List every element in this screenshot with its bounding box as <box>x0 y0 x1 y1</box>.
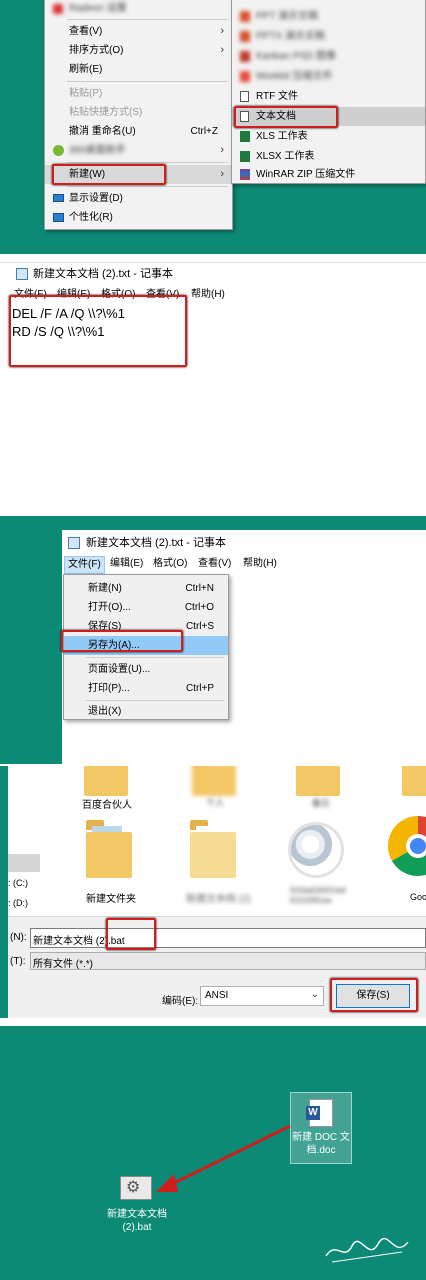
menu-item-display-settings[interactable]: 显示设置(D) <box>45 189 232 208</box>
winrar-icon <box>240 169 250 180</box>
archive-icon <box>240 71 250 82</box>
menu-item-refresh[interactable]: 刷新(E) <box>45 60 232 79</box>
chevron-right-icon: › <box>220 25 224 37</box>
360-icon <box>53 145 64 156</box>
folder-icon[interactable] <box>192 766 236 796</box>
folder-label-personal: 个人 <box>206 798 225 808</box>
file-menu-open[interactable]: 打开(O)... Ctrl+O <box>64 598 228 617</box>
file-menu-new[interactable]: 新建(N) Ctrl+N <box>64 579 228 598</box>
file-label-blurred: 新建文本档 (2) <box>186 894 251 905</box>
xls-icon <box>240 131 250 142</box>
window-title: 新建文本文档 (2).txt - 记事本 <box>33 268 173 280</box>
submenu-item-xlsx[interactable]: XLSX 工作表 <box>232 147 425 166</box>
panel-notepad-file-menu: 新建文本文档 (2).txt - 记事本 文件(F) 编辑(E) 格式(O) 查… <box>0 516 426 764</box>
folder-icon[interactable] <box>402 766 426 796</box>
notepad-icon <box>68 537 80 549</box>
encoding-label: 编码(E): <box>162 996 199 1007</box>
menu-item-paste-shortcut[interactable]: 粘贴快捷方式(S) <box>45 103 232 122</box>
submenu-item-psd[interactable]: Kankan PSD 图像 <box>232 47 425 66</box>
menu-help[interactable]: 帮助(H) <box>191 287 225 303</box>
chevron-right-icon: › <box>220 168 224 180</box>
context-menu: Radeon 设置 查看(V) › 排序方式(O) › 刷新(E) 粘贴(P) … <box>44 0 233 230</box>
menu-item-radeon[interactable]: Radeon 设置 <box>45 0 232 18</box>
submenu-item-rtf[interactable]: RTF 文件 <box>232 87 425 106</box>
signature-scribble <box>325 1237 409 1263</box>
personalize-icon <box>53 213 64 222</box>
menu-item-view[interactable]: 查看(V) › <box>45 22 232 41</box>
signature-watermark <box>322 1232 412 1268</box>
nav-selected[interactable] <box>8 854 40 872</box>
file-label-hash: 5f16a62b5f14af61102f91ae <box>290 886 346 905</box>
drive-d[interactable]: : (D:) <box>8 898 28 908</box>
file-menu-print[interactable]: 打印(P)... Ctrl+P <box>64 679 228 698</box>
nav-pane: : (C:) : (D:) <box>8 766 40 916</box>
type-label: (T): <box>10 956 26 967</box>
submenu-item-pptx[interactable]: PPTX 演示文稿 <box>232 27 425 46</box>
psd-icon <box>240 51 250 62</box>
panel-desktop-result: W 新建 DOC 文档.doc ⚙ 新建文本文档 (2).bat <box>0 1026 426 1280</box>
highlight-new <box>52 164 166 185</box>
file-label-google: Goo <box>410 892 426 902</box>
menu-view[interactable]: 查看(V) <box>198 556 231 572</box>
file-menu-exit[interactable]: 退出(X) <box>64 702 228 721</box>
pptx-icon <box>240 31 250 42</box>
notepad-titlebar: 新建文本文档 (2).txt - 记事本 <box>0 263 426 285</box>
radeon-icon <box>53 4 63 14</box>
ppt-icon <box>240 11 250 22</box>
menu-item-sort[interactable]: 排序方式(O) › <box>45 41 232 60</box>
menu-item-360[interactable]: 360桌面助手 › <box>45 141 232 160</box>
file-menu-page-setup[interactable]: 页面设置(U)... <box>64 660 228 679</box>
highlight-commands <box>9 295 187 367</box>
type-select[interactable]: 所有文件 (*.*) <box>30 952 426 970</box>
new-folder-icon[interactable] <box>86 820 132 878</box>
menu-help[interactable]: 帮助(H) <box>243 556 277 572</box>
encoding-select[interactable]: ANSI ⌄ <box>200 986 324 1006</box>
panel-desktop-context-menu: Radeon 设置 查看(V) › 排序方式(O) › 刷新(E) 粘贴(P) … <box>0 0 426 254</box>
display-icon <box>53 194 64 202</box>
submenu-item-ppt[interactable]: PPT 演示文稿 <box>232 7 425 26</box>
highlight-bat-extension <box>106 918 156 950</box>
menu-bar: 文件(F) 编辑(E) 格式(O) 查看(V) 帮助(H) <box>62 556 426 574</box>
filename-input[interactable]: 新建文本文档 (2).bat <box>30 928 426 948</box>
folder-icon[interactable] <box>296 766 340 796</box>
menu-file[interactable]: 文件(F) <box>64 556 105 574</box>
file-icon[interactable] <box>190 820 236 878</box>
filename-label: (N): <box>10 932 27 943</box>
chrome-icon[interactable] <box>388 816 426 876</box>
file-label-new-folder: 新建文件夹 <box>86 894 136 905</box>
notepad-titlebar: 新建文本文档 (2).txt - 记事本 <box>62 532 426 554</box>
chevron-right-icon: › <box>220 44 224 56</box>
new-submenu: PPT 演示文稿 PPTX 演示文稿 Kankan PSD 图像 Workbit… <box>231 0 426 184</box>
highlight-text-document <box>234 106 338 128</box>
chevron-right-icon: › <box>220 144 224 156</box>
drive-c[interactable]: : (C:) <box>8 878 28 888</box>
image-file-icon[interactable] <box>288 822 344 878</box>
highlight-save-button <box>330 978 418 1012</box>
xlsx-icon <box>240 151 250 162</box>
rtf-file-icon <box>240 91 249 102</box>
menu-item-undo-rename[interactable]: 撤消 重命名(U) Ctrl+Z <box>45 122 232 141</box>
submenu-item-xls[interactable]: XLS 工作表 <box>232 127 425 146</box>
submenu-item-winrar-zip[interactable]: WinRAR ZIP 压缩文件 <box>232 165 425 184</box>
panel-save-dialog: : (C:) : (D:) 百度合伙人 个人 备忘 新建文件夹 新建文本档 (2… <box>0 766 426 1018</box>
folder-icon[interactable] <box>84 766 128 796</box>
menu-item-personalize[interactable]: 个性化(R) <box>45 208 232 227</box>
highlight-save-as <box>61 630 183 652</box>
notepad-icon <box>16 268 28 280</box>
panel-notepad-content: 新建文本文档 (2).txt - 记事本 文件(F) 编辑(E) 格式(O) 查… <box>0 262 426 508</box>
folder-label-memo: 备忘 <box>312 798 331 808</box>
menu-item-paste[interactable]: 粘贴(P) <box>45 84 232 103</box>
folder-label-baidu: 百度合伙人 <box>82 800 132 811</box>
menu-edit[interactable]: 编辑(E) <box>110 556 143 572</box>
chevron-down-icon: ⌄ <box>310 989 319 1000</box>
left-edge-teal <box>0 766 8 1018</box>
window-title: 新建文本文档 (2).txt - 记事本 <box>86 537 226 549</box>
submenu-item-workbit[interactable]: Workbit 压缩文件 <box>232 67 425 86</box>
menu-format[interactable]: 格式(O) <box>153 556 187 572</box>
